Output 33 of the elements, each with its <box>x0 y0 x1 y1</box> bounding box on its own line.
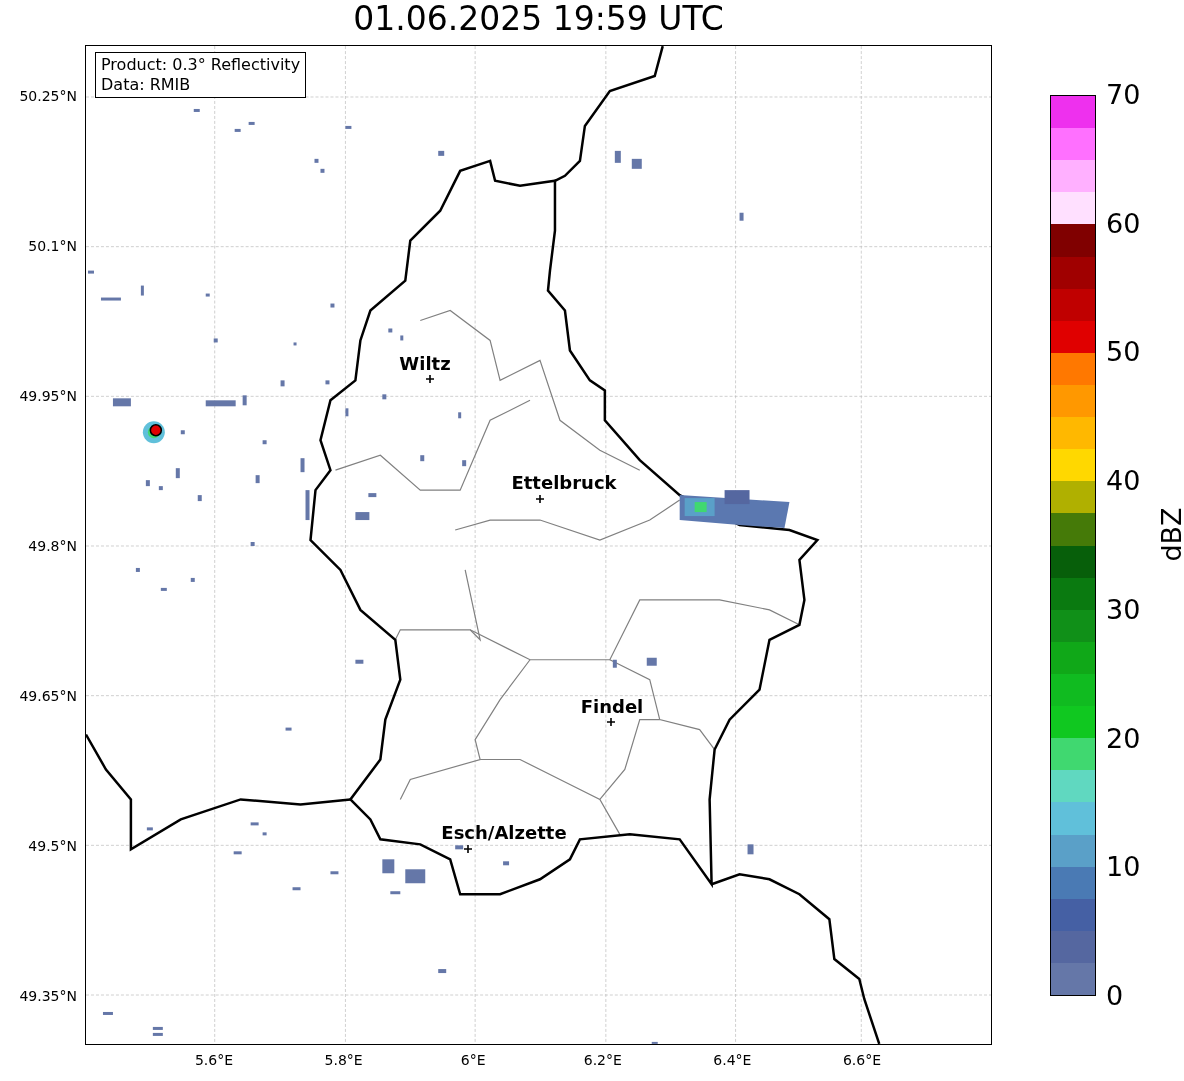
colorbar-tick-label: 20 <box>1105 725 1142 752</box>
colorbar-tick-label: 0 <box>1105 982 1125 1009</box>
plus-marker-icon <box>607 718 615 726</box>
colorbar-tick-label: 10 <box>1105 854 1142 881</box>
colorbar-tick-label: 60 <box>1105 210 1142 237</box>
longitude-label: 6.6°E <box>841 1052 883 1070</box>
latitude-label: 50.1°N <box>28 238 77 254</box>
latitude-label: 49.5°N <box>28 838 77 854</box>
latitude-label: 50.25°N <box>19 88 77 104</box>
colorbar-tick-label: 40 <box>1105 468 1142 495</box>
latitude-label: 49.8°N <box>28 538 77 554</box>
plus-marker-icon <box>426 375 434 383</box>
longitude-label: 6.2°E <box>582 1052 623 1070</box>
chart-title: 01.06.2025 19:59 UTC <box>352 0 725 40</box>
longitude-label: 6.4°E <box>712 1052 753 1070</box>
longitude-label: 6°E <box>459 1052 487 1070</box>
colorbar-tick-label: 50 <box>1105 339 1142 366</box>
city-label: Ettelbruck <box>511 471 617 493</box>
longitude-label: 5.8°E <box>323 1052 364 1070</box>
data-source-text: Data: RMIB <box>101 75 192 95</box>
plus-marker-icon <box>536 495 544 503</box>
latitude-label: 49.65°N <box>19 688 77 704</box>
product-text: Product: 0.3° Reflectivity <box>101 55 301 75</box>
latitude-label: 49.35°N <box>19 988 77 1004</box>
city-label: Findel <box>580 695 644 717</box>
colorbar-tick-label: 70 <box>1105 82 1142 108</box>
city-label: Esch/Alzette <box>441 821 567 843</box>
colorbar-tick-label: 30 <box>1105 596 1142 623</box>
latitude-label: 49.95°N <box>19 388 77 404</box>
city-label: Wiltz <box>399 352 451 374</box>
plus-marker-icon <box>464 845 472 853</box>
longitude-label: 5.6°E <box>193 1052 235 1070</box>
colorbar-label: dBZ <box>1155 507 1184 562</box>
